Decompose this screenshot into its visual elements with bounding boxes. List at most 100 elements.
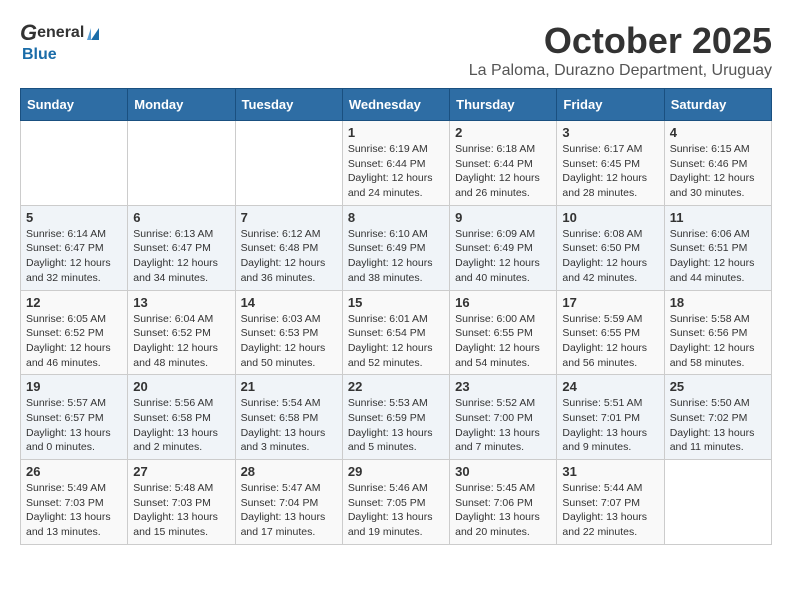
day-number: 10 [562,210,658,225]
day-info: Sunrise: 6:15 AM Sunset: 6:46 PM Dayligh… [670,142,766,201]
weekday-header-saturday: Saturday [664,89,771,121]
day-number: 21 [241,379,337,394]
calendar-cell: 11Sunrise: 6:06 AM Sunset: 6:51 PM Dayli… [664,205,771,290]
day-info: Sunrise: 6:01 AM Sunset: 6:54 PM Dayligh… [348,312,444,371]
day-number: 2 [455,125,551,140]
day-number: 22 [348,379,444,394]
weekday-header-thursday: Thursday [450,89,557,121]
logo: G eneral Blue [20,20,104,64]
calendar-cell: 8Sunrise: 6:10 AM Sunset: 6:49 PM Daylig… [342,205,449,290]
calendar-cell: 14 Sunrise: 6:03 AM Sunset: 6:53 PM Dayli… [235,290,342,375]
day-info: Sunrise: 5:53 AM Sunset: 6:59 PM Dayligh… [348,396,444,455]
day-number: 31 [562,464,658,479]
day-info: Sunrise: 6:17 AM Sunset: 6:45 PM Dayligh… [562,142,658,201]
calendar-week-row-1: 5 Sunrise: 6:14 AM Sunset: 6:47 PM Daylig… [21,205,772,290]
day-number: 12 [26,295,122,310]
day-info: Sunrise: 6:18 AM Sunset: 6:44 PM Dayligh… [455,142,551,201]
calendar-cell [235,121,342,206]
day-info: Sunrise: 6:04 AM Sunset: 6:52 PM Dayligh… [133,312,229,371]
calendar-cell: 29Sunrise: 5:46 AM Sunset: 7:05 PM Dayli… [342,460,449,545]
day-number: 5 [26,210,122,225]
day-info: Sunrise: 6:19 AM Sunset: 6:44 PM Dayligh… [348,142,444,201]
day-info: Sunrise: 6:09 AM Sunset: 6:49 PM Dayligh… [455,227,551,286]
calendar-cell: 13Sunrise: 6:04 AM Sunset: 6:52 PM Dayli… [128,290,235,375]
subtitle: La Paloma, Durazno Department, Uruguay [469,62,772,80]
calendar-cell: 10Sunrise: 6:08 AM Sunset: 6:50 PM Dayli… [557,205,664,290]
day-number: 15 [348,295,444,310]
day-info: Sunrise: 5:52 AM Sunset: 7:00 PM Dayligh… [455,396,551,455]
day-number: 20 [133,379,229,394]
day-info: Sunrise: 6:12 AM Sunset: 6:48 PM Dayligh… [241,227,337,286]
calendar-cell: 5 Sunrise: 6:14 AM Sunset: 6:47 PM Daylig… [21,205,128,290]
day-number: 18 [670,295,766,310]
calendar-cell: 31 Sunrise: 5:44 AM Sunset: 7:07 PM Dayli… [557,460,664,545]
day-number: 7 [241,210,337,225]
day-info: Sunrise: 5:47 AM Sunset: 7:04 PM Dayligh… [241,481,337,540]
calendar-cell: 17Sunrise: 5:59 AM Sunset: 6:55 PM Dayli… [557,290,664,375]
title-area: October 2025 La Paloma, Durazno Departme… [469,20,772,80]
calendar-cell: 6 Sunrise: 6:13 AM Sunset: 6:47 PM Daylig… [128,205,235,290]
calendar-cell: 30 Sunrise: 5:45 AM Sunset: 7:06 PM Dayli… [450,460,557,545]
day-number: 26 [26,464,122,479]
weekday-header-friday: Friday [557,89,664,121]
calendar-cell: 24Sunrise: 5:51 AM Sunset: 7:01 PM Dayli… [557,375,664,460]
calendar-cell: 22 Sunrise: 5:53 AM Sunset: 6:59 PM Dayli… [342,375,449,460]
day-number: 29 [348,464,444,479]
day-info: Sunrise: 6:14 AM Sunset: 6:47 PM Dayligh… [26,227,122,286]
calendar-cell: 19Sunrise: 5:57 AM Sunset: 6:57 PM Dayli… [21,375,128,460]
day-number: 30 [455,464,551,479]
day-info: Sunrise: 5:57 AM Sunset: 6:57 PM Dayligh… [26,396,122,455]
day-number: 28 [241,464,337,479]
header: G eneral Blue October 2025 La Paloma, Du… [20,20,772,80]
calendar-week-row-3: 19Sunrise: 5:57 AM Sunset: 6:57 PM Dayli… [21,375,772,460]
logo-general-g: G [20,20,37,46]
day-info: Sunrise: 5:45 AM Sunset: 7:06 PM Dayligh… [455,481,551,540]
calendar-week-row-0: 1Sunrise: 6:19 AM Sunset: 6:44 PM Daylig… [21,121,772,206]
calendar-week-row-2: 12 Sunrise: 6:05 AM Sunset: 6:52 PM Dayli… [21,290,772,375]
day-info: Sunrise: 5:56 AM Sunset: 6:58 PM Dayligh… [133,396,229,455]
calendar-cell: 4 Sunrise: 6:15 AM Sunset: 6:46 PM Daylig… [664,121,771,206]
weekday-header-tuesday: Tuesday [235,89,342,121]
day-number: 9 [455,210,551,225]
day-number: 23 [455,379,551,394]
day-info: Sunrise: 5:58 AM Sunset: 6:56 PM Dayligh… [670,312,766,371]
weekday-header-monday: Monday [128,89,235,121]
calendar-cell [21,121,128,206]
calendar-cell: 28 Sunrise: 5:47 AM Sunset: 7:04 PM Dayli… [235,460,342,545]
logo-blue-text: Blue [22,46,57,63]
calendar-cell: 7 Sunrise: 6:12 AM Sunset: 6:48 PM Daylig… [235,205,342,290]
logo-general-text: eneral [37,24,84,42]
calendar-cell: 20 Sunrise: 5:56 AM Sunset: 6:58 PM Dayli… [128,375,235,460]
day-info: Sunrise: 5:48 AM Sunset: 7:03 PM Dayligh… [133,481,229,540]
day-number: 6 [133,210,229,225]
calendar-cell: 3 Sunrise: 6:17 AM Sunset: 6:45 PM Daylig… [557,121,664,206]
day-number: 4 [670,125,766,140]
calendar-cell [128,121,235,206]
day-info: Sunrise: 5:44 AM Sunset: 7:07 PM Dayligh… [562,481,658,540]
calendar-cell: 2 Sunrise: 6:18 AM Sunset: 6:44 PM Daylig… [450,121,557,206]
day-number: 25 [670,379,766,394]
calendar-table: SundayMondayTuesdayWednesdayThursdayFrid… [20,88,772,545]
calendar-cell: 15 Sunrise: 6:01 AM Sunset: 6:54 PM Dayli… [342,290,449,375]
weekday-header-row: SundayMondayTuesdayWednesdayThursdayFrid… [21,89,772,121]
day-info: Sunrise: 6:13 AM Sunset: 6:47 PM Dayligh… [133,227,229,286]
calendar-week-row-4: 26Sunrise: 5:49 AM Sunset: 7:03 PM Dayli… [21,460,772,545]
calendar-cell: 23 Sunrise: 5:52 AM Sunset: 7:00 PM Dayli… [450,375,557,460]
day-number: 3 [562,125,658,140]
month-title: October 2025 [469,20,772,62]
day-number: 14 [241,295,337,310]
calendar-cell: 21 Sunrise: 5:54 AM Sunset: 6:58 PM Dayli… [235,375,342,460]
calendar-cell: 26Sunrise: 5:49 AM Sunset: 7:03 PM Dayli… [21,460,128,545]
day-info: Sunrise: 6:03 AM Sunset: 6:53 PM Dayligh… [241,312,337,371]
calendar-cell: 16Sunrise: 6:00 AM Sunset: 6:55 PM Dayli… [450,290,557,375]
day-info: Sunrise: 6:05 AM Sunset: 6:52 PM Dayligh… [26,312,122,371]
calendar-cell: 12 Sunrise: 6:05 AM Sunset: 6:52 PM Dayli… [21,290,128,375]
day-info: Sunrise: 6:10 AM Sunset: 6:49 PM Dayligh… [348,227,444,286]
day-info: Sunrise: 5:54 AM Sunset: 6:58 PM Dayligh… [241,396,337,455]
day-info: Sunrise: 5:51 AM Sunset: 7:01 PM Dayligh… [562,396,658,455]
calendar-cell: 1Sunrise: 6:19 AM Sunset: 6:44 PM Daylig… [342,121,449,206]
day-info: Sunrise: 6:06 AM Sunset: 6:51 PM Dayligh… [670,227,766,286]
calendar-cell: 25Sunrise: 5:50 AM Sunset: 7:02 PM Dayli… [664,375,771,460]
calendar-cell: 27Sunrise: 5:48 AM Sunset: 7:03 PM Dayli… [128,460,235,545]
weekday-header-sunday: Sunday [21,89,128,121]
